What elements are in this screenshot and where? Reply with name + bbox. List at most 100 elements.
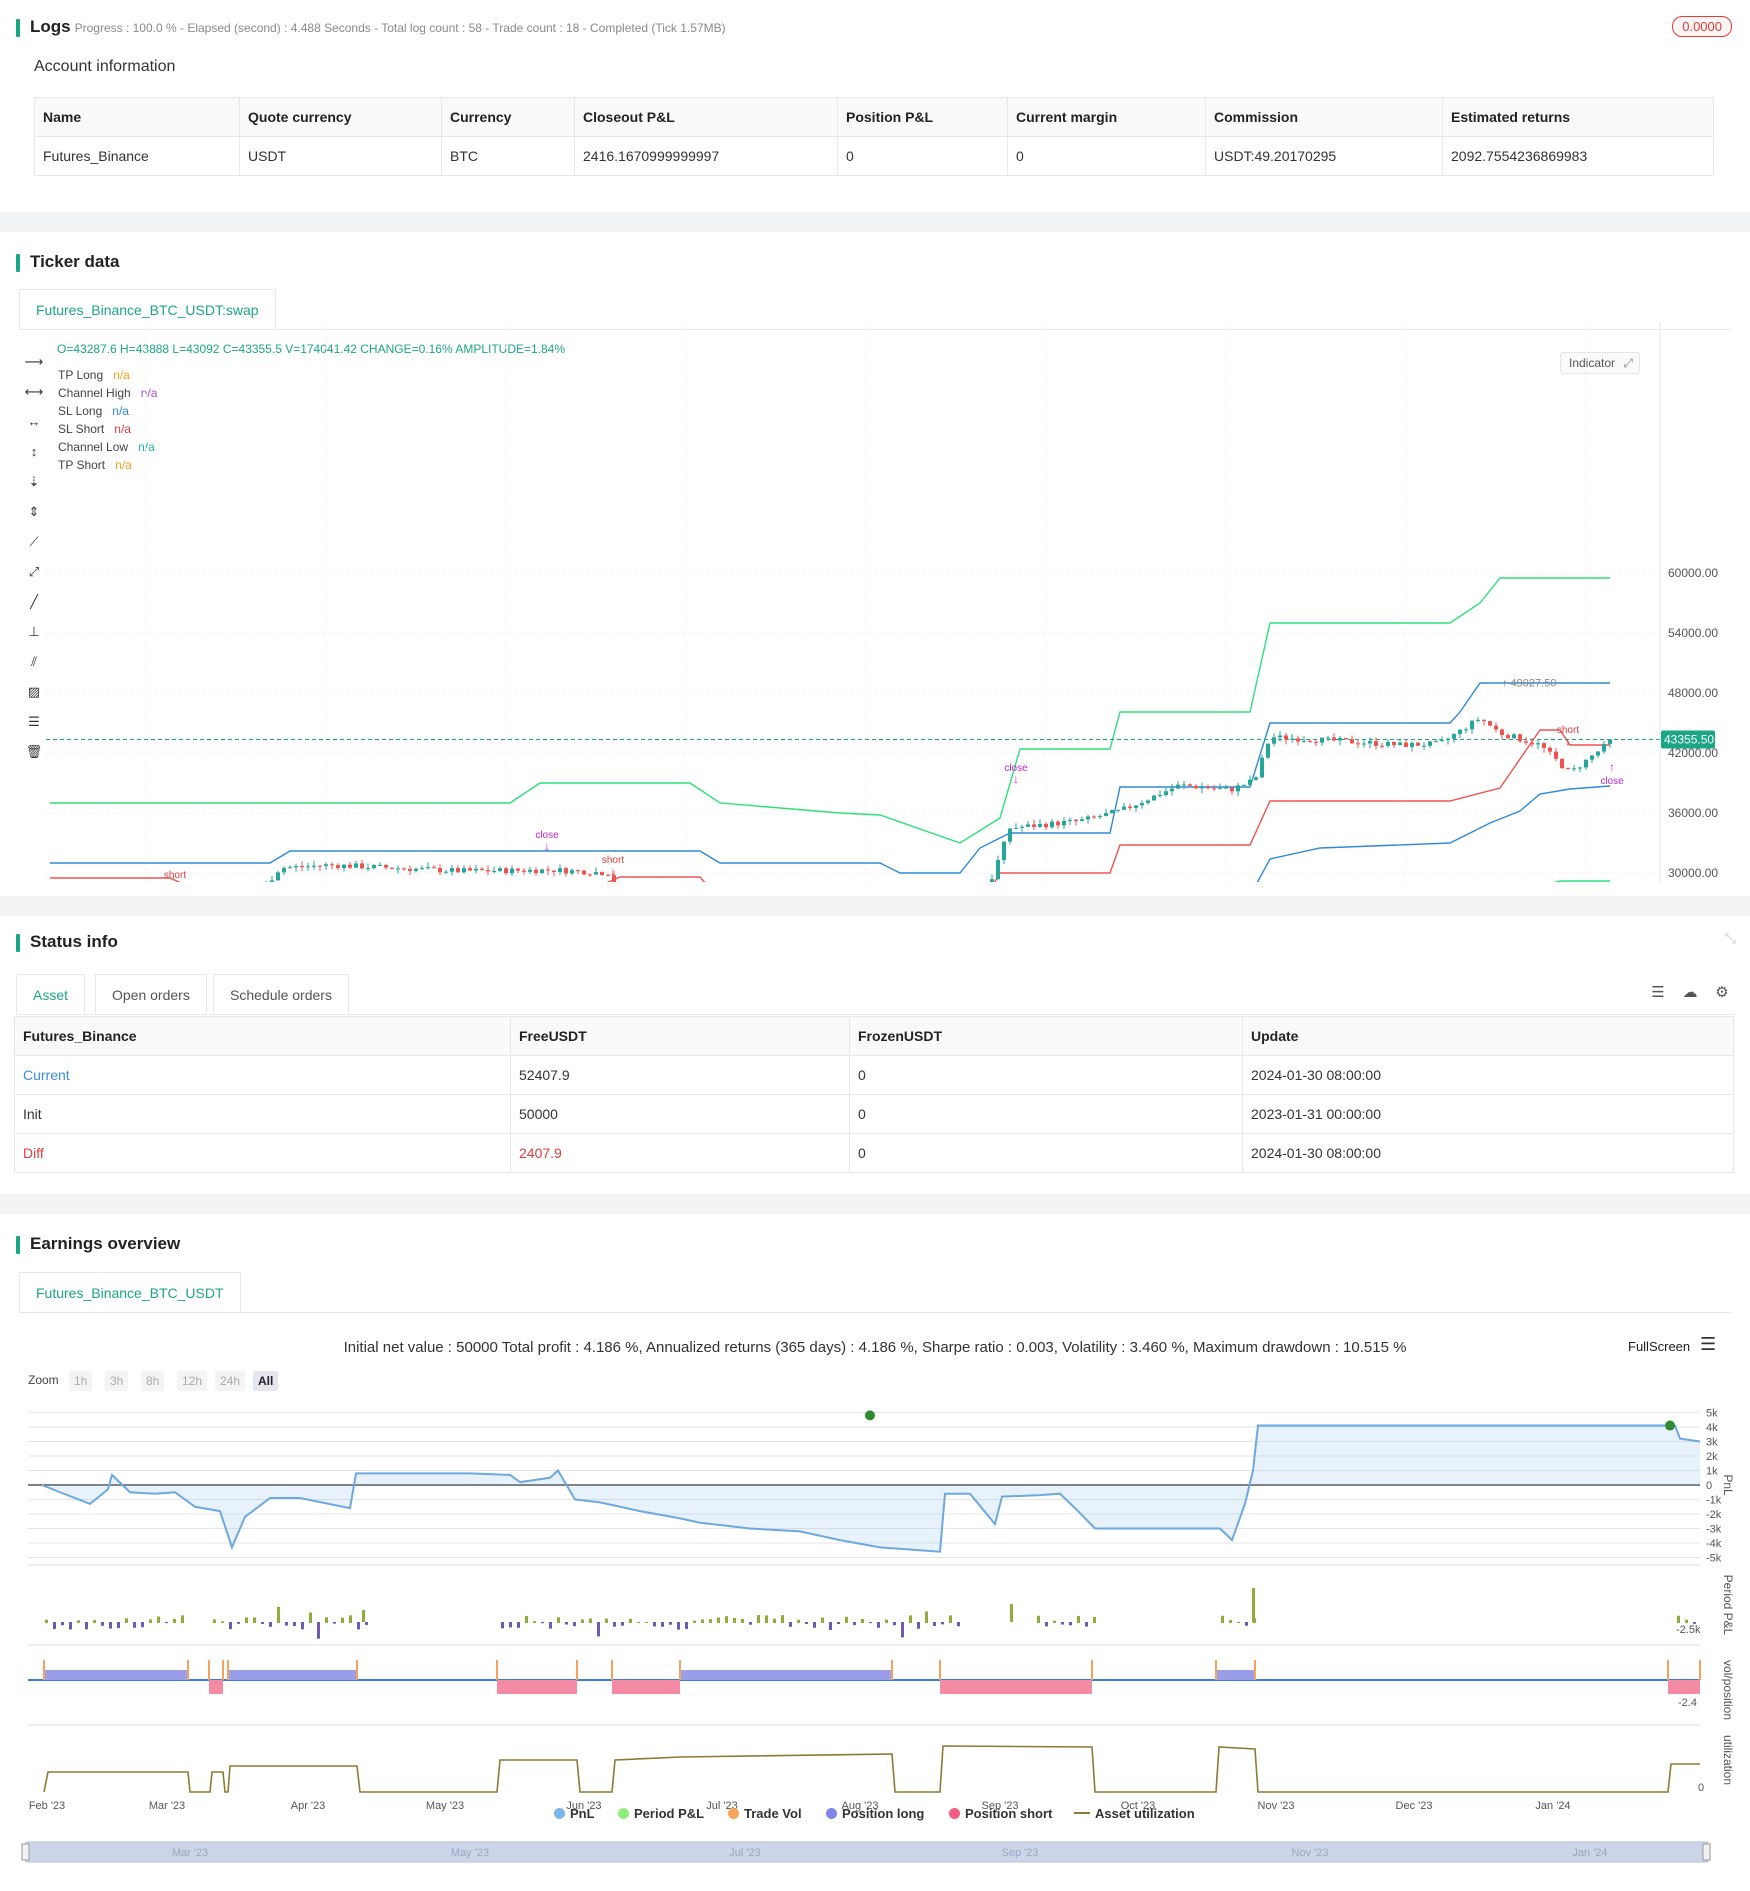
candle-body bbox=[420, 867, 424, 869]
menu-icon[interactable]: ☰ bbox=[1700, 1334, 1716, 1355]
candle-body bbox=[1332, 737, 1336, 741]
candle-body bbox=[1410, 742, 1414, 747]
legend-asset-utilization[interactable]: Asset utilization bbox=[1074, 1806, 1195, 1821]
period-bar bbox=[757, 1615, 760, 1623]
legend-trade-vol[interactable]: Trade Vol bbox=[728, 1806, 802, 1821]
legend-position-long[interactable]: Position long bbox=[826, 1806, 924, 1821]
candlestick-chart[interactable]: ↑ 49027.50↑ 24581.00↓short↑close↑long↑cl… bbox=[0, 322, 1750, 882]
candle-body bbox=[510, 868, 514, 874]
period-bar bbox=[293, 1622, 296, 1627]
candle-body bbox=[1038, 823, 1042, 827]
candle-body bbox=[354, 863, 358, 868]
gear-icon[interactable]: ⚙ bbox=[1712, 983, 1732, 1003]
zoom-8h[interactable]: 8h bbox=[141, 1371, 165, 1391]
zoom-12h[interactable]: 12h bbox=[177, 1371, 208, 1391]
period-bar bbox=[653, 1622, 656, 1627]
tab-schedule-orders[interactable]: Schedule orders bbox=[213, 974, 349, 1014]
price-tick: 48000.00 bbox=[1668, 686, 1718, 700]
marker-label: short bbox=[602, 855, 624, 866]
candle-body bbox=[1086, 816, 1090, 820]
candle-body bbox=[1080, 819, 1084, 822]
period-bar bbox=[949, 1615, 952, 1623]
candle-body bbox=[1512, 734, 1516, 739]
period-bar bbox=[213, 1619, 216, 1623]
axis-title: PnL bbox=[1721, 1474, 1735, 1496]
tp-long-line bbox=[50, 577, 1610, 844]
candle-body bbox=[1272, 737, 1276, 744]
trade-vol-bar bbox=[939, 1660, 941, 1680]
candle-body bbox=[468, 868, 472, 871]
candle-body bbox=[990, 879, 994, 882]
cell: 2407.9 bbox=[510, 1133, 850, 1173]
period-bar bbox=[637, 1621, 640, 1623]
candle-body bbox=[408, 868, 412, 871]
candle-body bbox=[396, 868, 400, 870]
logs-summary: Progress : 100.0 % - Elapsed (second) : … bbox=[74, 21, 726, 35]
cloud-download-icon[interactable]: ☁ bbox=[1680, 983, 1700, 1003]
candle-body bbox=[1362, 743, 1366, 745]
cell: 50000 bbox=[510, 1094, 850, 1134]
period-bar bbox=[621, 1622, 624, 1626]
candle-body bbox=[456, 868, 460, 873]
legend-period-pnl[interactable]: Period P&L bbox=[618, 1806, 704, 1821]
candle-body bbox=[276, 872, 280, 881]
candle-body bbox=[1524, 741, 1528, 743]
candle-body bbox=[1518, 734, 1522, 742]
zoom-24h[interactable]: 24h bbox=[215, 1371, 246, 1391]
col-free: FreeUSDT bbox=[510, 1016, 850, 1056]
pnl-series bbox=[41, 1410, 1701, 1553]
candle-body bbox=[1200, 787, 1204, 789]
period-bar bbox=[885, 1619, 888, 1623]
pnl-tick: -2k bbox=[1706, 1509, 1722, 1521]
axis-title: vol/position bbox=[1721, 1660, 1735, 1720]
list-icon[interactable]: ☰ bbox=[1648, 983, 1668, 1003]
candle-body bbox=[1278, 735, 1282, 738]
candle-body bbox=[558, 868, 562, 873]
period-bar bbox=[365, 1622, 368, 1625]
zoom-3h[interactable]: 3h bbox=[105, 1371, 129, 1391]
time-tick: Feb '23 bbox=[29, 1800, 65, 1812]
zoom-1h[interactable]: 1h bbox=[69, 1371, 93, 1391]
collapse-icon[interactable]: ⤡ bbox=[1725, 930, 1736, 947]
candle-body bbox=[306, 866, 310, 868]
account-row: Futures_Binance USDT BTC 2416.1670999999… bbox=[34, 136, 1714, 176]
tab-asset[interactable]: Asset bbox=[16, 974, 86, 1014]
candle-body bbox=[504, 868, 508, 874]
candle-body bbox=[594, 872, 598, 875]
candle-body bbox=[1104, 813, 1108, 817]
trade-vol-bar bbox=[1667, 1660, 1669, 1680]
legend-pnl[interactable]: PnL bbox=[554, 1806, 595, 1821]
period-bar bbox=[517, 1622, 520, 1628]
period-bar bbox=[309, 1612, 312, 1623]
period-bar bbox=[45, 1619, 48, 1623]
candle-body bbox=[1308, 740, 1312, 742]
candle-body bbox=[1164, 791, 1168, 796]
candle-body bbox=[1020, 826, 1024, 828]
zoom-all[interactable]: All bbox=[253, 1371, 279, 1391]
account-title: Account information bbox=[34, 58, 176, 75]
sl-short-line bbox=[50, 682, 1610, 874]
period-bar bbox=[829, 1622, 832, 1630]
period-bar bbox=[901, 1622, 904, 1638]
candle-body bbox=[372, 865, 376, 868]
legend-position-short[interactable]: Position short bbox=[949, 1806, 1052, 1821]
candle-body bbox=[1494, 725, 1498, 730]
tab-open-orders[interactable]: Open orders bbox=[95, 974, 207, 1014]
period-bar bbox=[861, 1619, 864, 1623]
candles bbox=[265, 717, 1612, 882]
period-bar bbox=[509, 1622, 512, 1628]
candle-body bbox=[1008, 828, 1012, 842]
candle-body bbox=[582, 870, 586, 875]
marker-label: short bbox=[1557, 725, 1579, 736]
position-short-bar bbox=[497, 1680, 577, 1694]
period-bar bbox=[357, 1622, 360, 1630]
cell: 0 bbox=[849, 1055, 1243, 1095]
candle-body bbox=[996, 860, 1000, 880]
row-label: Current bbox=[14, 1055, 511, 1095]
period-bar bbox=[669, 1622, 672, 1625]
tab-earnings-symbol[interactable]: Futures_Binance_BTC_USDT bbox=[19, 1272, 241, 1312]
candle-body bbox=[1074, 819, 1078, 822]
fullscreen-button[interactable]: FullScreen bbox=[1628, 1339, 1690, 1354]
position-short-bar bbox=[209, 1680, 223, 1694]
candle-body bbox=[1506, 734, 1510, 739]
